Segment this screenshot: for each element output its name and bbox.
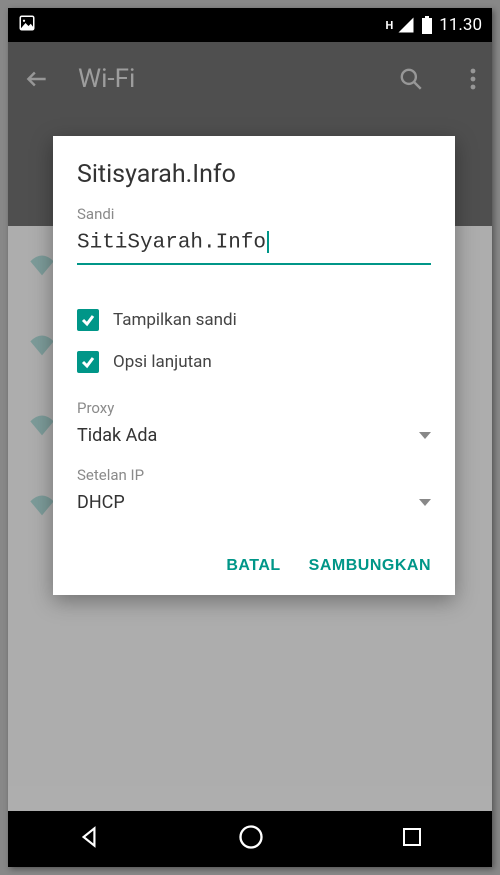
wifi-connect-dialog: Sitisyarah.Info Sandi SitiSyarah.Info Ta… [53,136,455,595]
navigation-bar [8,811,492,867]
chevron-down-icon [419,499,431,506]
chevron-down-icon [419,432,431,439]
proxy-dropdown[interactable]: Tidak Ada [77,421,431,450]
proxy-value: Tidak Ada [77,425,157,446]
check-icon [77,309,99,331]
advanced-options-checkbox[interactable]: Opsi lanjutan [77,351,431,373]
dialog-title: Sitisyarah.Info [77,160,431,189]
battery-icon [421,16,433,34]
show-password-checkbox[interactable]: Tampilkan sandi [77,309,431,331]
advanced-options-label: Opsi lanjutan [113,352,212,372]
check-icon [77,351,99,373]
proxy-label: Proxy [77,399,431,417]
ip-settings-value: DHCP [77,492,125,513]
password-input[interactable]: SitiSyarah.Info [77,227,431,265]
cancel-button[interactable]: BATAL [226,557,280,575]
show-password-label: Tampilkan sandi [113,310,237,330]
status-time: 11.30 [439,15,482,35]
nav-back-icon[interactable] [76,824,102,854]
ip-settings-dropdown[interactable]: DHCP [77,488,431,517]
network-label: H [386,19,394,32]
signal-icon [397,16,415,34]
nav-overview-icon[interactable] [400,825,424,853]
connect-button[interactable]: SAMBUNGKAN [309,557,431,575]
ip-settings-label: Setelan IP [77,466,431,484]
status-bar: H 11.30 [8,8,492,42]
password-value: SitiSyarah.Info [77,232,266,255]
image-indicator-icon [18,14,36,36]
nav-home-icon[interactable] [237,823,265,855]
password-label: Sandi [77,205,431,223]
